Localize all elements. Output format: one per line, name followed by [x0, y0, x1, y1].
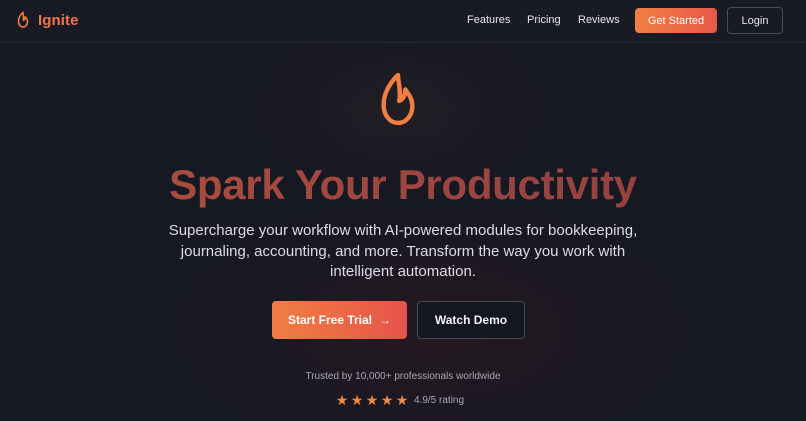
- cta-row: Start Free Trial → Watch Demo: [0, 301, 806, 339]
- star-icon: ★: [365, 392, 379, 408]
- hero-headline: Spark Your Productivity: [0, 160, 806, 210]
- start-free-trial-label: Start Free Trial: [287, 313, 373, 327]
- star-icon: ★: [380, 392, 394, 408]
- top-navbar: Ignite Features Pricing Reviews Get Star…: [0, 0, 806, 43]
- star-icon: ★: [350, 392, 364, 408]
- star-rating: ★ ★ ★ ★ ★: [335, 392, 409, 408]
- hero-subtitle: Supercharge your workflow with AI-powere…: [168, 222, 638, 280]
- brand-logo[interactable]: Ignite: [15, 11, 79, 29]
- rating: ★ ★ ★ ★ ★ 4.9/5 rating: [335, 392, 464, 408]
- nav-link-features[interactable]: Features: [467, 14, 510, 26]
- flame-icon: [15, 11, 31, 29]
- trusted-by-text: Trusted by 10,000+ professionals worldwi…: [305, 371, 501, 382]
- star-icon: ★: [395, 392, 409, 408]
- get-started-button[interactable]: Get Started: [635, 8, 717, 33]
- nav-link-reviews[interactable]: Reviews: [578, 14, 620, 26]
- brand-name: Ignite: [38, 11, 79, 29]
- nav-link-pricing[interactable]: Pricing: [527, 14, 561, 26]
- landing-page: Ignite Features Pricing Reviews Get Star…: [0, 0, 806, 421]
- rating-text: 4.9/5 rating: [414, 394, 465, 406]
- start-free-trial-button[interactable]: Start Free Trial →: [272, 301, 407, 339]
- watch-demo-button[interactable]: Watch Demo: [417, 301, 525, 339]
- star-icon: ★: [335, 392, 349, 408]
- arrow-right-icon: →: [379, 313, 392, 327]
- flame-icon: [375, 70, 421, 128]
- login-button[interactable]: Login: [727, 7, 783, 34]
